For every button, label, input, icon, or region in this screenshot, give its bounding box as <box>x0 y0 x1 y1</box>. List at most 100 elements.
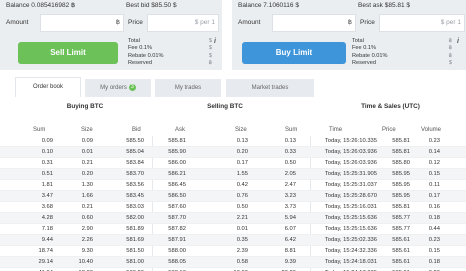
buy-amount-label: Amount <box>238 19 261 26</box>
cell-ask-size: 2.21 <box>236 215 248 221</box>
cell-volume: 0.15 <box>428 171 440 177</box>
col-volume: Volume <box>421 127 442 133</box>
table-row[interactable]: 3.68 0.21 583.03 587.60 0.50 3.73 Today, 15:25… <box>0 202 466 213</box>
buy-price-label: Price <box>360 19 375 26</box>
table-row[interactable]: 0.51 0.20 583.70 586.21 1.55 2.05 Today, 15:25… <box>0 169 466 180</box>
cell-sum: 1.81 <box>41 182 53 188</box>
cell-ask-size: 0.42 <box>236 182 248 188</box>
col-size: Size <box>81 127 93 133</box>
cell-ask-sum: 3.23 <box>284 193 296 199</box>
cell-price: 585.61 <box>392 248 410 254</box>
cell-ask-sum: 9.39 <box>284 259 296 265</box>
cell-price: 585.95 <box>392 182 410 188</box>
cell-price: 585.80 <box>392 160 410 166</box>
cell-ask: 586.00 <box>168 160 186 166</box>
order-book-rows: 0.09 0.09 585.50 585.81 0.13 0.13 Today, 15:26… <box>0 136 466 271</box>
table-row[interactable]: 7.18 2.90 581.89 587.82 0.01 6.07 Today, 15:25… <box>0 224 466 235</box>
cell-bid: 581.89 <box>126 226 144 232</box>
buy-summary: Total ฿ Fee 0.1% ฿ Rebate 0.01% ฿ Reserved $ <box>352 38 452 67</box>
selling-heading: Selling BTC <box>207 103 243 110</box>
cell-ask-sum: 6.07 <box>284 226 296 232</box>
cell-ask: 588.00 <box>168 248 186 254</box>
table-row[interactable]: 0.09 0.09 585.50 585.81 0.13 0.13 Today, 15:26… <box>0 136 466 147</box>
cell-ask-sum: 6.42 <box>284 237 296 243</box>
buy-balance: Balance 7.1060116 $ <box>238 2 299 9</box>
cell-bid: 583.03 <box>126 204 144 210</box>
cell-sum: 0.51 <box>41 171 53 177</box>
cell-volume: 0.11 <box>429 182 440 188</box>
tab-my-trades[interactable]: My trades <box>155 79 221 97</box>
cell-sum: 29.14 <box>38 259 53 265</box>
buy-reserved-value: $ <box>448 59 452 66</box>
cell-sum: 0.10 <box>41 149 53 155</box>
cell-time: Today, 15:25:28.670 <box>324 193 377 199</box>
cell-time: Today, 15:25:31.037 <box>324 182 377 188</box>
sell-reserved-value: ฿ <box>208 59 212 66</box>
buy-limit-button[interactable]: Buy Limit <box>242 42 346 64</box>
table-row[interactable]: 29.14 10.40 581.00 588.05 0.58 9.39 Today, 15:… <box>0 257 466 268</box>
buy-reserved-label: Reserved <box>352 59 376 66</box>
table-row[interactable]: 0.31 0.21 583.84 586.00 0.17 0.50 Today, 15:26… <box>0 158 466 169</box>
sell-price-input[interactable]: $ per 1 <box>147 14 219 32</box>
cell-ask-sum: 0.50 <box>284 160 296 166</box>
info-icon[interactable]: i <box>214 38 216 45</box>
buy-panel: Balance 7.1060116 $ Best ask $85.81 $ Am… <box>232 0 466 70</box>
tab-bar: Order book My orders 3 My trades Market t… <box>0 77 466 97</box>
cell-volume: 0.17 <box>428 193 440 199</box>
info-icon[interactable]: i <box>457 38 459 45</box>
cell-ask-sum: 2.47 <box>284 182 296 188</box>
table-row[interactable]: 4.28 0.60 582.00 587.70 2.21 5.94 Today, 15:25… <box>0 213 466 224</box>
col-size-ask: Size <box>235 127 247 133</box>
cell-ask: 586.50 <box>168 193 186 199</box>
cell-ask-size: 0.20 <box>236 149 248 155</box>
sell-info-line: Balance 0.085416982 ฿ Best bid $85.50 $ <box>6 0 218 12</box>
sell-fee-value: $ <box>208 45 212 52</box>
buy-price-input[interactable]: $ per 1 <box>379 14 465 32</box>
cell-ask: 588.05 <box>168 259 186 265</box>
cell-ask-sum: 8.81 <box>284 248 296 254</box>
tab-market-trades[interactable]: Market trades <box>226 79 314 97</box>
cell-ask-size: 0.17 <box>236 160 248 166</box>
time-sales-heading: Time & Sales (UTC) <box>361 103 420 110</box>
cell-time: Today, 15:26:03.936 <box>324 160 377 166</box>
sell-amount-label: Amount <box>6 19 29 26</box>
table-row[interactable]: 1.81 1.30 583.56 586.45 0.42 2.47 Today, 15:25… <box>0 180 466 191</box>
sell-summary: Total $ Fee 0.1% $ Rebate 0.01% $ Reserved ฿ <box>128 38 212 67</box>
sell-rebate-value: $ <box>208 52 212 59</box>
cell-time: Today, 15:25:02.336 <box>324 237 377 243</box>
table-row[interactable]: 3.47 1.66 583.45 586.50 0.76 3.23 Today, 15:25… <box>0 191 466 202</box>
table-row[interactable]: 9.44 2.26 581.69 587.91 0.35 6.42 Today, 15:25… <box>0 235 466 246</box>
cell-volume: 0.15 <box>428 248 440 254</box>
cell-ask-sum: 3.73 <box>284 204 296 210</box>
cell-bid: 581.00 <box>126 259 144 265</box>
tab-my-orders[interactable]: My orders 3 <box>85 79 151 97</box>
cell-size: 0.21 <box>81 160 93 166</box>
sell-amount-input[interactable]: ฿ <box>40 14 124 32</box>
buy-total-label: Total <box>352 38 364 44</box>
cell-bid: 582.00 <box>126 215 144 221</box>
cell-time: Today, 15:24:32.336 <box>324 248 377 254</box>
cell-ask: 587.70 <box>168 215 186 221</box>
cell-sum: 0.09 <box>41 138 53 144</box>
cell-price: 585.77 <box>392 226 410 232</box>
cell-price: 585.81 <box>392 149 410 155</box>
sell-total-value: $ <box>208 38 212 44</box>
table-row[interactable]: 0.10 0.01 585.04 585.90 0.20 0.33 Today, 15:26… <box>0 147 466 158</box>
cell-time: Today, 15:25:16.031 <box>324 204 377 210</box>
sell-limit-button[interactable]: Sell Limit <box>18 42 118 64</box>
cell-time: Today, 15:25:15.636 <box>324 226 377 232</box>
col-ask: Ask <box>175 127 186 133</box>
table-row[interactable]: 18.74 9.30 581.50 588.00 2.39 8.81 Today, 15:2… <box>0 246 466 257</box>
cell-time: Today, 15:25:15.636 <box>324 215 377 221</box>
tab-order-book[interactable]: Order book <box>15 77 81 97</box>
sell-fee-label: Fee 0.1% <box>128 45 152 52</box>
cell-volume: 0.18 <box>428 215 440 221</box>
cell-ask-size: 0.13 <box>236 138 248 144</box>
cell-sum: 7.18 <box>41 226 53 232</box>
cell-volume: 0.12 <box>428 160 440 166</box>
buy-fields: Amount ฿ Price $ per 1 <box>238 14 465 32</box>
cell-time: Today, 15:24:18.031 <box>324 259 377 265</box>
cell-size: 2.26 <box>81 237 93 243</box>
buy-amount-input[interactable]: ฿ <box>272 14 356 32</box>
cell-ask: 585.90 <box>168 149 186 155</box>
